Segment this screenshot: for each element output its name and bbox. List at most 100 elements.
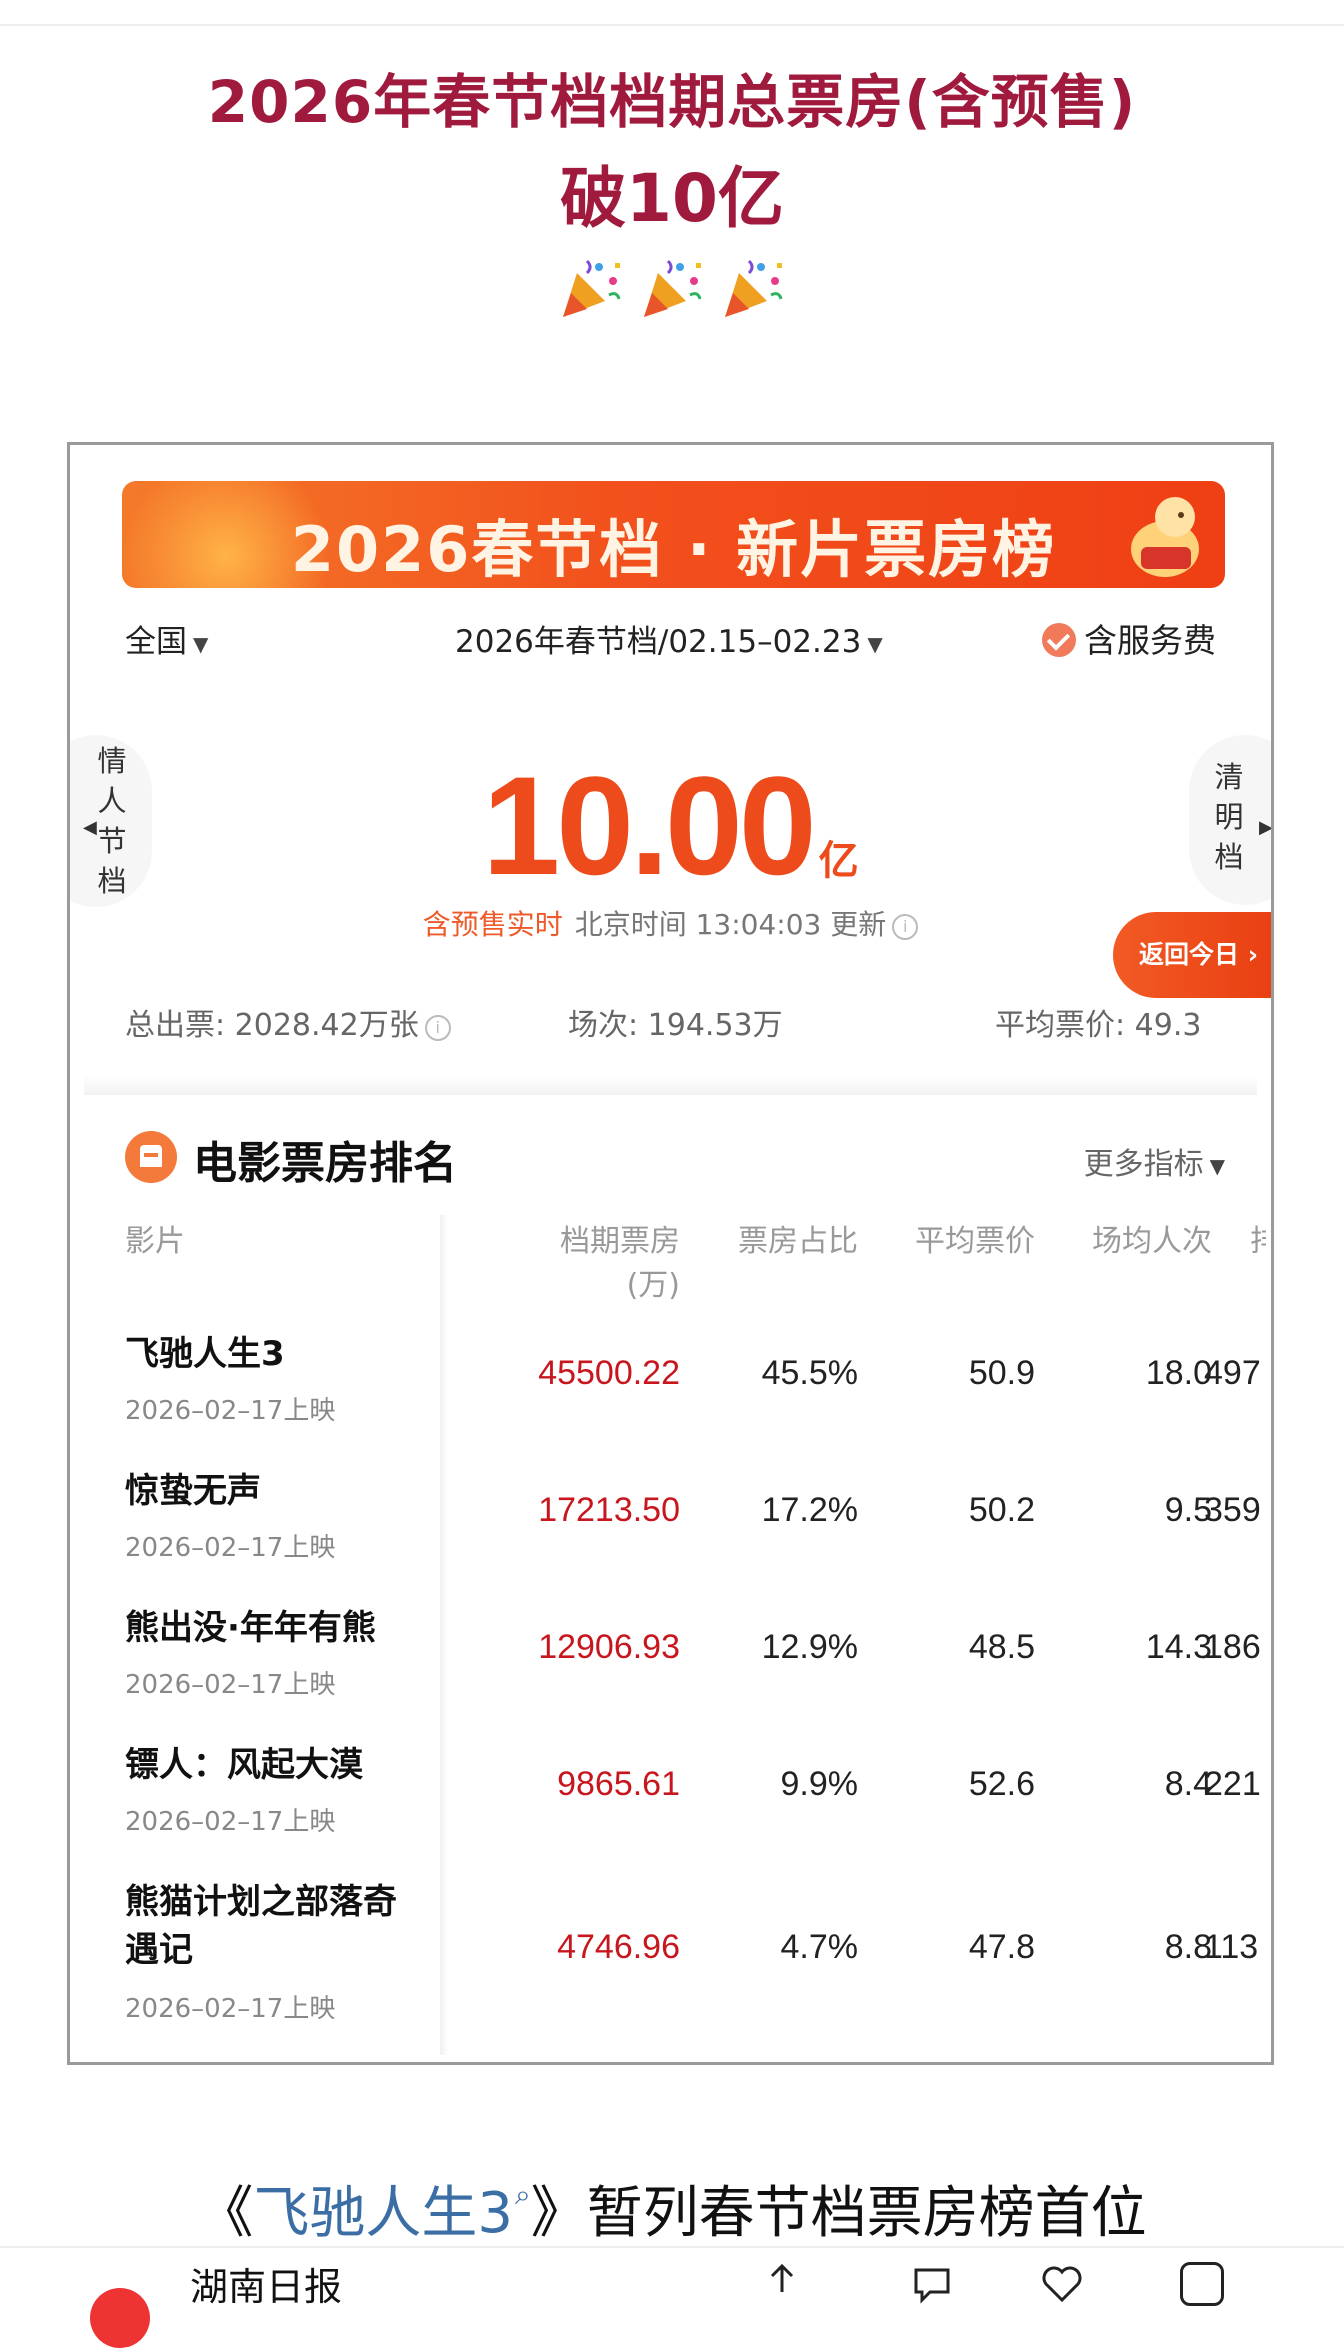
more-icon[interactable]	[1180, 2262, 1224, 2306]
more-metrics-button[interactable]: 更多指标 ▼	[1084, 1139, 1225, 1183]
film-title: 镖人：风起大漠	[125, 1745, 363, 1785]
emoji-row	[0, 255, 1344, 321]
total-box-office: 10.00 亿	[70, 745, 1271, 907]
column-box-office[interactable]: 档期票房 (万)	[480, 1220, 680, 1308]
column-share[interactable]: 票房占比	[660, 1220, 858, 1264]
total-value: 10.00	[482, 747, 816, 904]
table-row[interactable]: 惊蛰无声 2026–02–17上映 17213.50 17.2% 50.2 9.…	[70, 1467, 1271, 1597]
release-date: 2026–02–17上映	[125, 1670, 336, 1700]
share-icon[interactable]	[760, 2262, 804, 2306]
share-value: 45.5%	[761, 1354, 858, 1392]
caret-down-icon: ▼	[867, 631, 883, 656]
filter-row: 全国 ▼ 2026年春节档/02.15–02.23 ▼ 含服务费	[70, 610, 1271, 666]
truncated-value: 186	[1204, 1628, 1261, 1666]
section-divider	[84, 1075, 1257, 1095]
box-office-value: 12906.93	[538, 1628, 680, 1666]
share-value: 9.9%	[780, 1765, 859, 1803]
table-row[interactable]: 镖人：风起大漠 2026–02–17上映 9865.61 9.9% 52.6 8…	[70, 1741, 1271, 1871]
info-icon[interactable]: i	[892, 914, 919, 940]
share-value: 4.7%	[780, 1928, 859, 1966]
headline-subtitle: 破10亿	[560, 160, 784, 237]
update-time: 北京时间 13:04:03 更新	[574, 908, 887, 941]
table-row[interactable]: 飞驰人生3 2026–02–17上映 45500.22 45.5% 50.9 1…	[70, 1330, 1271, 1460]
column-avg-price[interactable]: 平均票价	[840, 1220, 1035, 1264]
avg-attendance-value: 14.3	[1145, 1628, 1212, 1666]
caret-down-icon: ▼	[193, 631, 209, 656]
release-date: 2026–02–17上映	[125, 1994, 336, 2024]
check-icon	[1042, 623, 1076, 657]
period-select[interactable]: 2026年春节档/02.15–02.23 ▼	[455, 616, 883, 661]
service-fee-toggle[interactable]: 含服务费	[1042, 614, 1216, 662]
region-label: 全国	[125, 624, 187, 660]
avg-attendance-value: 8.8	[1164, 1928, 1212, 1966]
comment-icon[interactable]	[910, 2262, 954, 2306]
truncated-value: 221	[1204, 1765, 1261, 1803]
column-truncated[interactable]: 排	[1250, 1220, 1266, 1264]
column-film[interactable]: 影片	[125, 1220, 185, 1264]
film-title: 飞驰人生3	[125, 1334, 285, 1374]
truncated-value: 497	[1204, 1354, 1261, 1392]
live-label: 含预售实时	[422, 908, 563, 941]
total-tickets: 总出票: 2028.42万张 i	[125, 1000, 451, 1044]
column-box-office-unit: (万)	[626, 1268, 680, 1303]
embedded-screenshot: 2026春节档 · 新片票房榜 全国 ▼ 2026年春节档/02.15–02.23…	[67, 442, 1274, 2065]
avg-price-value: 50.9	[968, 1354, 1035, 1392]
account-name[interactable]: 湖南日报	[190, 2256, 342, 2311]
total-unit: 亿	[818, 838, 859, 884]
caption-open: 《	[197, 2181, 254, 2246]
release-date: 2026–02–17上映	[125, 1533, 336, 1563]
like-icon[interactable]	[1040, 2262, 1084, 2306]
film-link[interactable]: 飞驰人生3	[253, 2181, 513, 2246]
avg-attendance-value: 9.5	[1164, 1491, 1212, 1529]
banner: 2026春节档 · 新片票房榜	[122, 481, 1225, 588]
avg-attendance-value: 18.0	[1145, 1354, 1212, 1392]
more-metrics-label: 更多指标	[1083, 1147, 1204, 1182]
table-row[interactable]: 熊出没·年年有熊 2026–02–17上映 12906.93 12.9% 48.…	[70, 1604, 1271, 1734]
search-icon[interactable]: ⌕	[515, 2178, 531, 2211]
party-popper-icon	[644, 259, 702, 317]
avatar[interactable]	[90, 2288, 150, 2348]
caption: 《飞驰人生3⌕》暂列春节档票房榜首位	[0, 2168, 1344, 2249]
film-title: 熊出没·年年有熊	[125, 1608, 376, 1648]
avg-price-value: 48.5	[968, 1628, 1035, 1666]
ranking-title: 电影票房排名	[193, 1138, 457, 1189]
service-fee-label: 含服务费	[1084, 621, 1216, 660]
ranking-icon	[125, 1131, 177, 1183]
party-popper-icon	[725, 259, 783, 317]
average-price: 平均票价: 49.3	[995, 1008, 1202, 1043]
box-office-value: 17213.50	[538, 1491, 680, 1529]
share-value: 17.2%	[761, 1491, 858, 1529]
info-icon[interactable]: i	[424, 1015, 451, 1041]
column-box-office-label: 档期票房	[560, 1224, 680, 1259]
box-office-value: 9865.61	[557, 1765, 680, 1803]
period-label: 2026年春节档/02.15–02.23	[455, 624, 862, 660]
back-today-button[interactable]: 返回今日 ›	[1113, 912, 1271, 998]
ranking-header: 电影票房排名 更多指标 ▼	[125, 1127, 1225, 1189]
top-divider	[0, 24, 1344, 26]
caption-text: 》暂列春节档票房榜首位	[530, 2181, 1147, 2246]
truncated-value: 113	[1204, 1928, 1259, 1966]
box-office-value: 4746.96	[557, 1928, 680, 1966]
headline-title: 2026年春节档档期总票房(含预售)	[207, 68, 1137, 136]
share-value: 12.9%	[761, 1628, 858, 1666]
party-popper-icon	[562, 259, 621, 317]
avg-attendance-value: 8.4	[1164, 1765, 1212, 1803]
total-shows: 场次: 194.53万	[568, 1008, 783, 1043]
horse-mascot-icon	[1131, 497, 1199, 577]
film-title: 熊猫计划之部落奇遇记	[125, 1882, 397, 1970]
banner-title: 2026春节档 · 新片票房榜	[290, 513, 1057, 586]
table-row[interactable]: 熊猫计划之部落奇遇记 2026–02–17上映 4746.96 4.7% 47.…	[70, 1878, 1271, 2058]
release-date: 2026–02–17上映	[125, 1807, 336, 1837]
truncated-value: 359	[1204, 1491, 1261, 1529]
avg-price-value: 52.6	[968, 1765, 1035, 1803]
column-avg-attendance[interactable]: 场均人次	[1020, 1220, 1212, 1264]
avg-price-value: 50.2	[968, 1491, 1035, 1529]
update-line: 含预售实时 北京时间 13:04:03 更新 i	[70, 903, 1271, 943]
release-date: 2026–02–17上映	[125, 1396, 336, 1426]
caret-down-icon: ▼	[1209, 1153, 1225, 1178]
region-select[interactable]: 全国 ▼	[125, 616, 208, 661]
bottom-bar: 湖南日报	[0, 2246, 1344, 2348]
box-office-value: 45500.22	[538, 1354, 680, 1392]
film-title: 惊蛰无声	[125, 1471, 261, 1511]
avg-price-value: 47.8	[968, 1928, 1035, 1966]
